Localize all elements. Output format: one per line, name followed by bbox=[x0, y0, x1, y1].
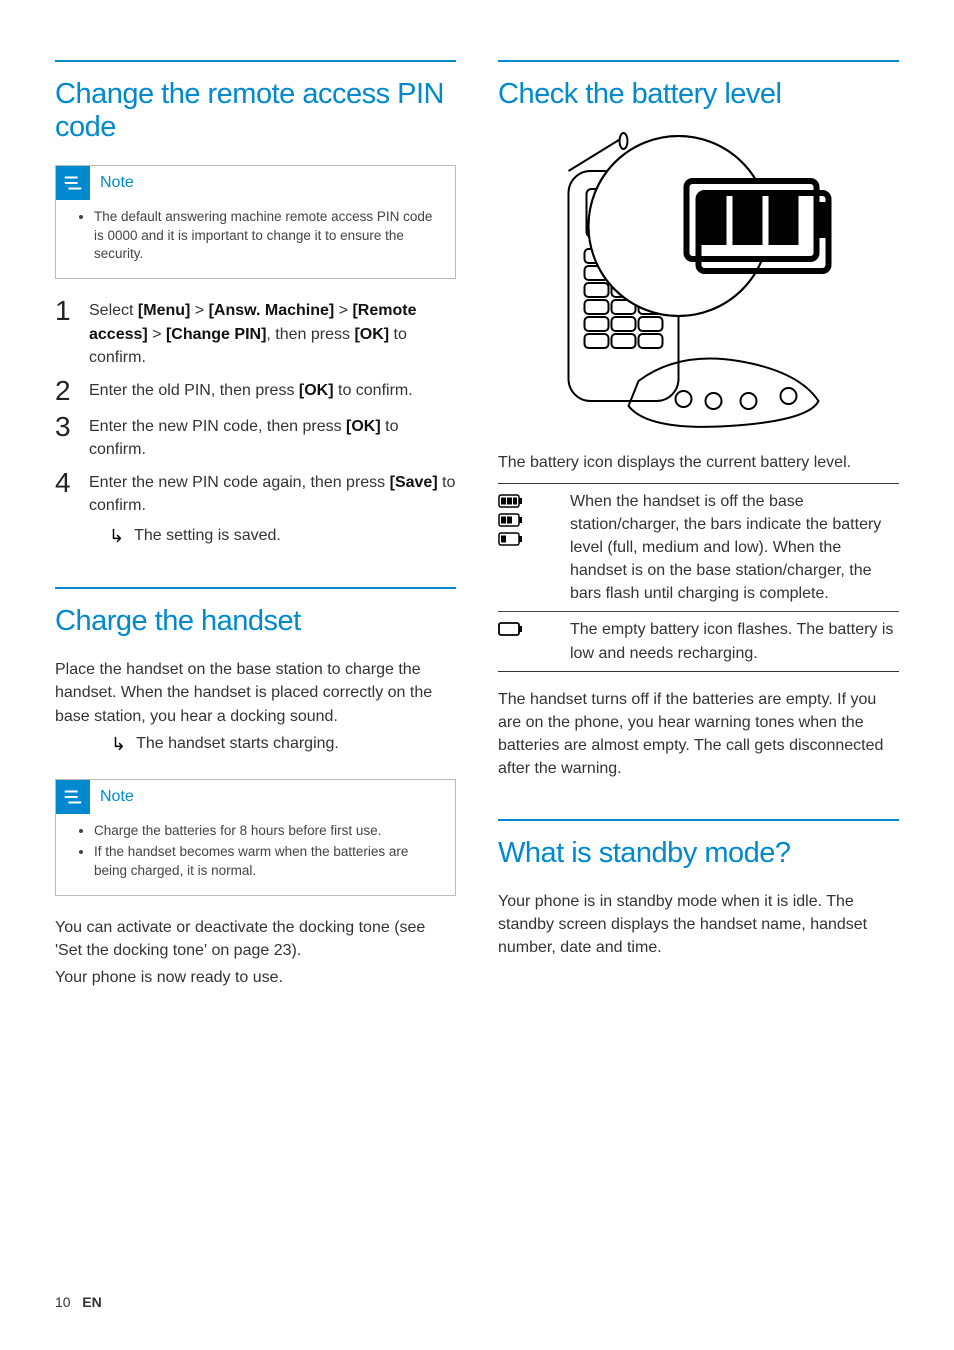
paragraph: Your phone is now ready to use. bbox=[55, 966, 456, 989]
paragraph: The battery icon displays the current ba… bbox=[498, 451, 899, 474]
section-change-pin: Change the remote access PIN code Note T… bbox=[55, 60, 456, 549]
result-arrow-icon: ↳ bbox=[109, 524, 124, 549]
table-cell: When the handset is off the base station… bbox=[570, 490, 899, 606]
page-number: 10 bbox=[55, 1294, 71, 1310]
step: Select [Menu] > [Answ. Machine] > [Remot… bbox=[55, 299, 456, 369]
table-row: When the handset is off the base station… bbox=[498, 483, 899, 612]
note-item: Charge the batteries for 8 hours before … bbox=[94, 822, 441, 841]
battery-low-icon bbox=[498, 532, 570, 547]
note-item: If the handset becomes warm when the bat… bbox=[94, 843, 441, 881]
battery-table: When the handset is off the base station… bbox=[498, 483, 899, 672]
battery-full-icon bbox=[498, 494, 570, 509]
battery-empty-icon bbox=[498, 622, 570, 637]
note-icon bbox=[56, 166, 90, 200]
table-row: The empty battery icon flashes. The batt… bbox=[498, 611, 899, 671]
step: Enter the new PIN code again, then press… bbox=[55, 471, 456, 549]
heading-battery-level: Check the battery level bbox=[498, 60, 899, 111]
table-cell: The empty battery icon flashes. The batt… bbox=[570, 618, 899, 664]
battery-icons-col bbox=[498, 490, 570, 606]
steps-list: Select [Menu] > [Answ. Machine] > [Remot… bbox=[55, 299, 456, 549]
note-label: Note bbox=[100, 788, 134, 806]
handset-battery-illustration bbox=[498, 131, 899, 431]
paragraph: The handset turns off if the batteries a… bbox=[498, 688, 899, 781]
note-box: Note Charge the batteries for 8 hours be… bbox=[55, 779, 456, 896]
note-label: Note bbox=[100, 174, 134, 192]
page-footer: 10 EN bbox=[55, 1294, 102, 1310]
note-box: Note The default answering machine remot… bbox=[55, 165, 456, 280]
paragraph: Place the handset on the base station to… bbox=[55, 658, 456, 728]
heading-charge-handset: Charge the handset bbox=[55, 587, 456, 638]
step: Enter the new PIN code, then press [OK] … bbox=[55, 415, 456, 461]
page-lang: EN bbox=[82, 1294, 101, 1310]
step: Enter the old PIN, then press [OK] to co… bbox=[55, 379, 456, 405]
section-battery-level: Check the battery level bbox=[498, 60, 899, 781]
section-standby-mode: What is standby mode? Your phone is in s… bbox=[498, 819, 899, 960]
heading-change-pin: Change the remote access PIN code bbox=[55, 60, 456, 145]
section-charge-handset: Charge the handset Place the handset on … bbox=[55, 587, 456, 989]
paragraph: Your phone is in standby mode when it is… bbox=[498, 890, 899, 960]
result-text: The handset starts charging. bbox=[136, 732, 339, 755]
result-arrow-icon: ↳ bbox=[111, 732, 126, 757]
result-text: The setting is saved. bbox=[134, 524, 281, 547]
battery-icons-col bbox=[498, 618, 570, 664]
note-icon bbox=[56, 780, 90, 814]
note-item: The default answering machine remote acc… bbox=[94, 208, 441, 265]
paragraph: You can activate or deactivate the docki… bbox=[55, 916, 456, 962]
heading-standby-mode: What is standby mode? bbox=[498, 819, 899, 870]
battery-medium-icon bbox=[498, 513, 570, 528]
